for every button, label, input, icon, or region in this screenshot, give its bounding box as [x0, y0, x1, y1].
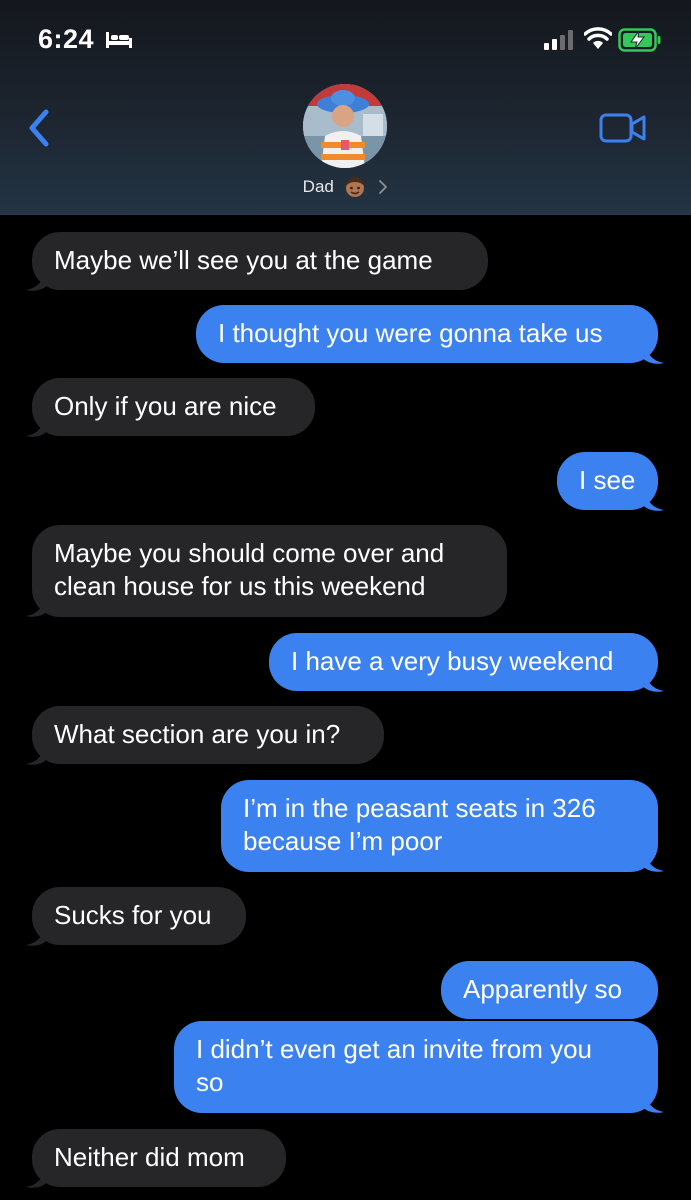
message-bubble-incoming[interactable]: Maybe you should come over and clean hou… [32, 525, 507, 617]
bubble-tail [26, 744, 48, 765]
message-line: because I’m poor [243, 826, 443, 856]
bubble-tail [642, 671, 664, 692]
message-bubble-outgoing[interactable]: I didn’t even get an invite from you so [174, 1021, 658, 1113]
message-line: Neither did mom [54, 1142, 245, 1172]
bubble-tail [642, 851, 664, 872]
message-line: I’m in the peasant seats in 326 [243, 793, 596, 823]
wifi-icon [584, 27, 612, 49]
message-bubble-incoming[interactable]: Sucks for you [32, 887, 246, 945]
message-line: Maybe we’ll see you at the game [54, 245, 433, 275]
bubble-tail [26, 596, 48, 617]
message-line: Maybe you should come over and [54, 538, 445, 568]
message-line: What section are you in? [54, 719, 341, 749]
man-emoji-icon [345, 177, 364, 197]
message-bubble-outgoing[interactable]: I thought you were gonna take us [196, 305, 658, 363]
bubble-tail [26, 416, 48, 437]
message-line: so [196, 1067, 224, 1097]
contact-name: Dad [302, 177, 334, 196]
message-bubble-outgoing[interactable]: I have a very busy weekend [269, 633, 658, 691]
bubble-tail [642, 1092, 664, 1113]
bubble-tail [642, 343, 664, 364]
bubble-tail [642, 490, 664, 511]
message-bubble-incoming[interactable]: What section are you in? [32, 706, 384, 764]
message-bubble-incoming[interactable]: Neither did mom [32, 1129, 286, 1187]
contact-avatar[interactable] [303, 84, 387, 168]
message-line: I see [579, 465, 636, 495]
status-time: 6:24 [38, 24, 95, 54]
avatar-photo [303, 84, 387, 168]
message-line: I didn’t even get an invite from you [196, 1034, 593, 1064]
message-line: Apparently so [463, 974, 622, 1004]
message-line: Only if you are nice [54, 391, 277, 421]
bubble-tail [26, 270, 48, 291]
conversation-header: 6:24 Dad [0, 0, 691, 215]
messages-screen: Maybe we’ll see you at the game I though… [0, 0, 691, 1200]
chevron-right-icon [379, 180, 388, 194]
contact-details-link[interactable]: Dad [0, 176, 691, 198]
bed-icon [106, 32, 132, 48]
back-button[interactable] [22, 106, 58, 150]
message-bubble-incoming[interactable]: Maybe we’ll see you at the game [32, 232, 488, 290]
message-bubble-outgoing[interactable]: I’m in the peasant seats in 326 because … [221, 780, 658, 872]
message-line: Sucks for you [54, 900, 212, 930]
message-line: I have a very busy weekend [291, 646, 614, 676]
cellular-signal-icon [544, 30, 573, 50]
bubble-tail [26, 925, 48, 946]
message-line: I thought you were gonna take us [218, 318, 603, 348]
video-call-button[interactable] [599, 112, 647, 144]
battery-charging-icon [618, 28, 661, 52]
message-bubble-incoming[interactable]: Only if you are nice [32, 378, 315, 436]
message-bubble-outgoing[interactable]: Apparently so [441, 961, 658, 1019]
message-line: clean house for us this weekend [54, 571, 426, 601]
bubble-tail [26, 1167, 48, 1188]
